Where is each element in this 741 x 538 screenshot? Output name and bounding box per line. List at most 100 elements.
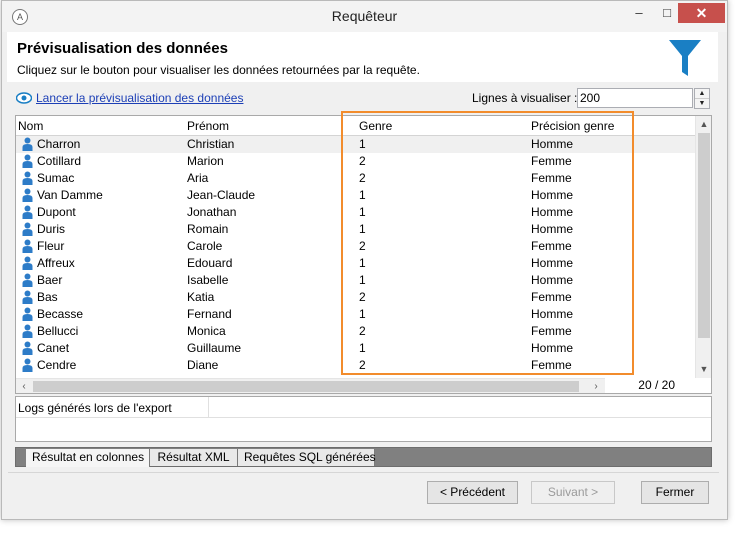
grid-header: Nom Prénom Genre Précision genre [16,116,695,136]
cell-genre: 1 [359,273,366,287]
cell-genre: 1 [359,256,366,270]
cell-precision-genre: Homme [531,256,574,270]
cell-prenom: Katia [187,290,215,304]
cell-precision-genre: Femme [531,171,572,185]
data-grid: Nom Prénom Genre Précision genre Charron… [15,115,712,394]
person-icon [22,341,33,355]
column-header-nom[interactable]: Nom [18,119,43,133]
cell-nom: Dupont [37,205,76,219]
table-row[interactable]: Affreux Edouard 1 Homme [16,255,695,272]
window-title: Requêteur [331,8,398,24]
close-window-button[interactable]: ✕ [678,3,725,23]
page-title: Prévisualisation des données [17,40,228,57]
table-row[interactable]: Duris Romain 1 Homme [16,221,695,238]
person-icon [22,324,33,338]
person-icon [22,171,33,185]
cell-genre: 2 [359,324,366,338]
lines-label: Lignes à visualiser : [472,91,578,105]
cell-nom: Cendre [37,358,77,372]
cell-genre: 2 [359,239,366,253]
horizontal-scrollbar[interactable]: ‹ › [16,378,605,393]
tab-requetes-sql[interactable]: Requêtes SQL générées [238,449,376,466]
vertical-scroll-thumb[interactable] [698,133,710,338]
tab-resultat-colonnes[interactable]: Résultat en colonnes [26,449,150,467]
maximize-button[interactable]: □ [653,3,681,23]
person-icon [22,239,33,253]
person-icon [22,222,33,236]
footer-divider [8,472,719,473]
lines-spinner[interactable]: ▲ ▼ [694,88,710,109]
cell-prenom: Diane [187,358,219,372]
table-row[interactable]: Sumac Aria 2 Femme [16,170,695,187]
cell-prenom: Isabelle [187,273,229,287]
cell-precision-genre: Homme [531,188,574,202]
cell-nom: Charron [37,137,81,151]
table-row[interactable]: Fleur Carole 2 Femme [16,238,695,255]
scroll-left-icon[interactable]: ‹ [16,379,32,393]
cell-prenom: Christian [187,137,235,151]
cell-nom: Fleur [37,239,65,253]
cell-prenom: Monica [187,324,226,338]
lines-input[interactable] [577,88,693,108]
cell-prenom: Edouard [187,256,233,270]
cell-nom: Canet [37,341,70,355]
next-button[interactable]: Suivant > [531,481,615,504]
previous-button[interactable]: < Précédent [427,481,518,504]
spin-down-icon[interactable]: ▼ [695,99,709,108]
title-bar: A Requêteur – □ ✕ [2,1,727,32]
cell-prenom: Aria [187,171,209,185]
page-subtitle: Cliquez sur le bouton pour visualiser le… [17,63,420,77]
cell-precision-genre: Homme [531,137,574,151]
scroll-down-icon[interactable]: ▼ [696,361,711,377]
column-header-prenom[interactable]: Prénom [187,119,229,133]
table-row[interactable]: Bellucci Monica 2 Femme [16,323,695,340]
cell-precision-genre: Homme [531,341,574,355]
cell-prenom: Carole [187,239,223,253]
logs-panel: Logs générés lors de l'export [15,396,712,442]
table-row[interactable]: Bas Katia 2 Femme [16,289,695,306]
column-header-genre[interactable]: Genre [359,119,392,133]
table-row[interactable]: Charron Christian 1 Homme [16,136,695,153]
eye-icon [16,92,32,104]
vertical-scrollbar[interactable]: ▲ ▼ [695,116,711,378]
cell-genre: 1 [359,307,366,321]
cell-precision-genre: Homme [531,273,574,287]
cell-nom: Baer [37,273,63,287]
minimize-button[interactable]: – [625,3,653,23]
table-row[interactable]: Van Damme Jean-Claude 1 Homme [16,187,695,204]
cell-precision-genre: Homme [531,222,574,236]
person-icon [22,290,33,304]
table-row[interactable]: Baer Isabelle 1 Homme [16,272,695,289]
cell-prenom: Romain [187,222,229,236]
person-icon [22,188,33,202]
table-row[interactable]: Dupont Jonathan 1 Homme [16,204,695,221]
spin-up-icon[interactable]: ▲ [695,89,709,99]
tab-resultat-xml[interactable]: Résultat XML [150,449,238,466]
cell-precision-genre: Homme [531,205,574,219]
cell-nom: Duris [37,222,66,236]
cell-precision-genre: Femme [531,239,572,253]
cell-nom: Becasse [37,307,84,321]
cell-genre: 2 [359,171,366,185]
cell-nom: Sumac [37,171,75,185]
preview-link[interactable]: Lancer la prévisualisation des données [36,91,243,105]
close-button[interactable]: Fermer [641,481,709,504]
cell-nom: Affreux [37,256,75,270]
scroll-right-icon[interactable]: › [588,379,604,393]
cell-nom: Van Damme [37,188,103,202]
cell-prenom: Fernand [187,307,232,321]
cell-nom: Cotillard [37,154,82,168]
table-row[interactable]: Cendre Diane 2 Femme [16,357,695,374]
table-row[interactable]: Canet Guillaume 1 Homme [16,340,695,357]
person-icon [22,205,33,219]
scroll-up-icon[interactable]: ▲ [696,116,711,132]
wizard-header: Prévisualisation des données Cliquez sur… [7,32,718,82]
cell-prenom: Guillaume [187,341,242,355]
person-icon [22,273,33,287]
person-icon [22,358,33,372]
column-header-precision-genre[interactable]: Précision genre [531,119,614,133]
horizontal-scroll-thumb[interactable] [33,381,579,392]
table-row[interactable]: Cotillard Marion 2 Femme [16,153,695,170]
table-row[interactable]: Becasse Fernand 1 Homme [16,306,695,323]
cell-precision-genre: Homme [531,307,574,321]
